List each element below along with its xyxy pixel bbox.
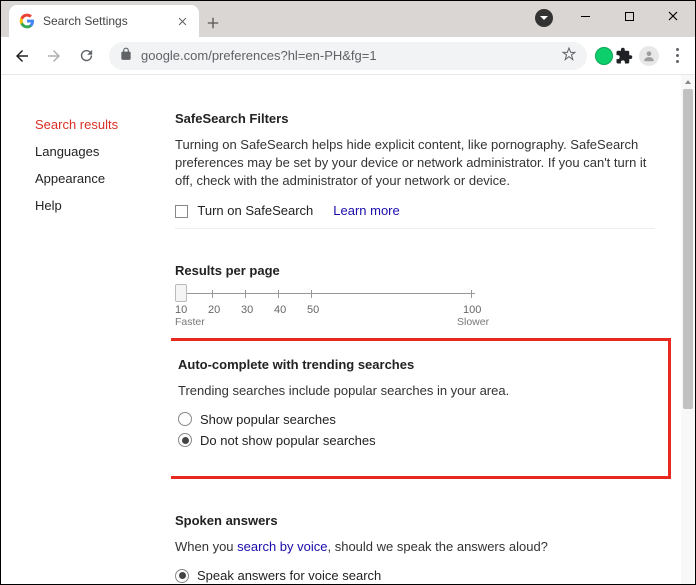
google-favicon [19, 13, 35, 29]
url-text: google.com/preferences?hl=en-PH&fg=1 [141, 48, 377, 63]
sidebar-item-help[interactable]: Help [35, 192, 171, 219]
page-content: Search results Languages Appearance Help… [1, 75, 695, 584]
sidebar-item-search-results[interactable]: Search results [35, 111, 171, 138]
spoken-heading: Spoken answers [175, 513, 655, 528]
close-tab-icon[interactable] [175, 14, 189, 28]
forward-button [39, 41, 69, 71]
address-bar[interactable]: google.com/preferences?hl=en-PH&fg=1 [109, 42, 587, 70]
scrollbar[interactable] [681, 75, 695, 584]
slider-handle[interactable] [175, 284, 187, 302]
safesearch-checkbox[interactable] [175, 205, 188, 218]
radio-hide-popular[interactable] [178, 433, 192, 447]
radio-speak-answers[interactable] [175, 569, 189, 583]
scroll-thumb[interactable] [683, 89, 693, 409]
tab-search-icon[interactable] [535, 9, 553, 27]
browser-menu-button[interactable] [665, 48, 689, 63]
lock-icon [119, 47, 133, 64]
results-per-page-section: Results per page 10 20 30 40 [175, 263, 655, 304]
autocomplete-section: Auto-complete with trending searches Tre… [171, 338, 671, 479]
safesearch-learn-more-link[interactable]: Learn more [333, 203, 399, 218]
safesearch-heading: SafeSearch Filters [175, 111, 655, 126]
minimize-button[interactable] [563, 1, 607, 31]
autocomplete-hide-option[interactable]: Do not show popular searches [178, 433, 650, 448]
settings-sidebar: Search results Languages Appearance Help [1, 75, 171, 584]
safesearch-desc: Turning on SafeSearch helps hide explici… [175, 136, 655, 191]
close-window-button[interactable] [651, 1, 695, 31]
autocomplete-desc: Trending searches include popular search… [178, 382, 650, 400]
spoken-speak-option[interactable]: Speak answers for voice search [175, 568, 655, 583]
window-controls [563, 1, 695, 31]
scroll-up-arrow[interactable] [681, 75, 695, 89]
spoken-answers-section: Spoken answers When you search by voice,… [175, 513, 655, 584]
profile-avatar[interactable] [639, 46, 659, 66]
search-by-voice-link[interactable]: search by voice [237, 539, 327, 554]
sidebar-item-languages[interactable]: Languages [35, 138, 171, 165]
star-icon[interactable] [561, 46, 577, 65]
browser-tab[interactable]: Search Settings [9, 5, 199, 37]
reload-button[interactable] [71, 41, 101, 71]
back-button[interactable] [7, 41, 37, 71]
safesearch-section: SafeSearch Filters Turning on SafeSearch… [175, 111, 655, 229]
sidebar-item-appearance[interactable]: Appearance [35, 165, 171, 192]
safesearch-checkbox-label[interactable]: Turn on SafeSearch [175, 203, 313, 218]
results-slider[interactable] [175, 288, 475, 298]
results-per-page-heading: Results per page [175, 263, 655, 278]
autocomplete-heading: Auto-complete with trending searches [178, 357, 650, 372]
extension-green-icon[interactable] [595, 47, 613, 65]
settings-main: SafeSearch Filters Turning on SafeSearch… [171, 75, 695, 584]
maximize-button[interactable] [607, 1, 651, 31]
browser-toolbar: google.com/preferences?hl=en-PH&fg=1 [1, 37, 695, 75]
spoken-desc: When you search by voice, should we spea… [175, 538, 655, 556]
tab-title: Search Settings [43, 14, 167, 28]
autocomplete-show-option[interactable]: Show popular searches [178, 412, 650, 427]
browser-titlebar: Search Settings [1, 1, 695, 37]
new-tab-button[interactable] [199, 9, 227, 37]
extensions-icon[interactable] [615, 47, 633, 65]
radio-show-popular[interactable] [178, 412, 192, 426]
